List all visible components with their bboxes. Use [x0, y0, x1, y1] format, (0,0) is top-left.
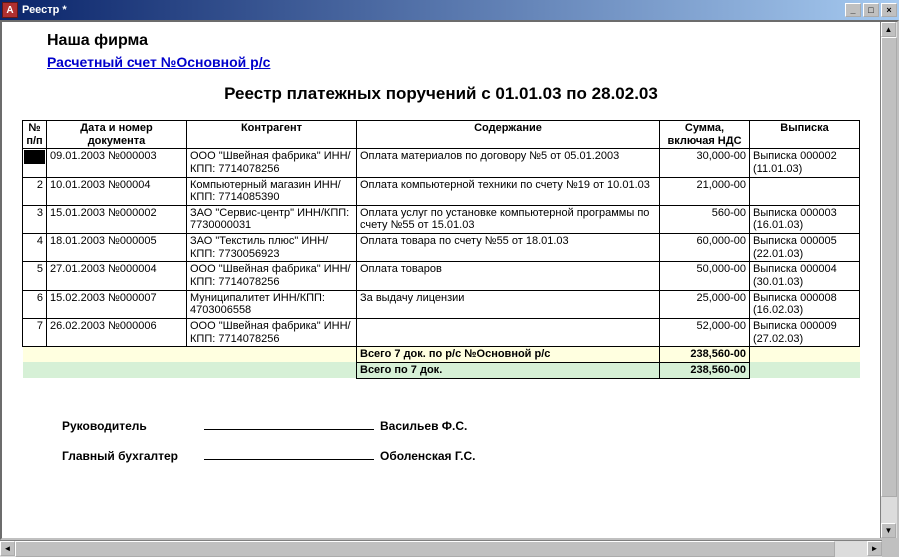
cell-sum: 21,000-00: [660, 177, 750, 205]
signature-name: Оболенская Г.С.: [380, 449, 476, 463]
table-row[interactable]: 615.02.2003 №000007Муниципалитет ИНН/КПП…: [23, 290, 860, 318]
th-num: № п/п: [23, 121, 47, 149]
table-row[interactable]: 210.01.2003 №00004Компьютерный магазин И…: [23, 177, 860, 205]
th-date: Дата и номер документа: [47, 121, 187, 149]
cell-date: 27.01.2003 №000004: [47, 262, 187, 290]
cell-sum: 50,000-00: [660, 262, 750, 290]
signature-row: Главный бухгалтер Оболенская Г.С.: [62, 449, 860, 463]
table-header-row: № п/п Дата и номер документа Контрагент …: [23, 121, 860, 149]
cell-contr: Компьютерный магазин ИНН/КПП: 7714085390: [187, 177, 357, 205]
total-sum: 238,560-00: [660, 347, 750, 363]
cell-date: 15.02.2003 №000007: [47, 290, 187, 318]
scroll-thumb-h[interactable]: [15, 541, 835, 557]
cell-num: 6: [23, 290, 47, 318]
total-row: Всего по 7 док.238,560-00: [23, 362, 860, 378]
register-table: № п/п Дата и номер документа Контрагент …: [22, 120, 860, 379]
cell-content: Оплата товара по счету №55 от 18.01.03: [357, 234, 660, 262]
scrollbar-vertical[interactable]: ▲ ▼: [880, 22, 897, 538]
signature-label: Главный бухгалтер: [62, 449, 202, 463]
total-label: Всего по 7 док.: [357, 362, 660, 378]
cell-contr: ЗАО "Сервис-центр" ИНН/КПП: 7730000031: [187, 205, 357, 233]
cell-vyp: Выписка 000004 (30.01.03): [750, 262, 860, 290]
cell-contr: ООО "Швейная фабрика" ИНН/КПП: 771407825…: [187, 262, 357, 290]
scroll-track-v[interactable]: [881, 37, 897, 523]
signatures: Руководитель Васильев Ф.С. Главный бухга…: [22, 419, 860, 463]
cell-content: За выдачу лицензии: [357, 290, 660, 318]
cell-vyp: Выписка 000005 (22.01.03): [750, 234, 860, 262]
cell-vyp: Выписка 000002 (11.01.03): [750, 149, 860, 177]
cell-num: 2: [23, 177, 47, 205]
cell-num: [23, 149, 47, 177]
table-row[interactable]: 527.01.2003 №000004ООО "Швейная фабрика"…: [23, 262, 860, 290]
signature-name: Васильев Ф.С.: [380, 419, 467, 433]
th-contr: Контрагент: [187, 121, 357, 149]
window: A Реестр * _ □ × Наша фирма Расчетный сч…: [0, 0, 899, 557]
scroll-left-button[interactable]: ◄: [0, 541, 15, 556]
cell-contr: Муниципалитет ИНН/КПП: 4703006558: [187, 290, 357, 318]
report-title: Реестр платежных поручений с 01.01.03 по…: [22, 84, 860, 104]
client-area: Наша фирма Расчетный счет №Основной р/с …: [0, 20, 899, 540]
cell-contr: ООО "Швейная фабрика" ИНН/КПП: 771407825…: [187, 318, 357, 346]
table-row[interactable]: 09.01.2003 №000003ООО "Швейная фабрика" …: [23, 149, 860, 177]
total-sum: 238,560-00: [660, 362, 750, 378]
cell-vyp: [750, 177, 860, 205]
th-vyp: Выписка: [750, 121, 860, 149]
cell-sum: 52,000-00: [660, 318, 750, 346]
cell-num: 3: [23, 205, 47, 233]
cell-vyp: Выписка 000008 (16.02.03): [750, 290, 860, 318]
cell-num: 4: [23, 234, 47, 262]
scroll-track-h[interactable]: [15, 541, 867, 557]
th-content: Содержание: [357, 121, 660, 149]
cell-num: 5: [23, 262, 47, 290]
cell-vyp: Выписка 000009 (27.02.03): [750, 318, 860, 346]
table-row[interactable]: 315.01.2003 №000002ЗАО "Сервис-центр" ИН…: [23, 205, 860, 233]
scroll-thumb-v[interactable]: [881, 37, 897, 497]
cell-content: [357, 318, 660, 346]
scrollbar-corner: [882, 540, 899, 557]
cell-content: Оплата компьютерной техники по счету №19…: [357, 177, 660, 205]
cell-date: 18.01.2003 №000005: [47, 234, 187, 262]
cell-date: 26.02.2003 №000006: [47, 318, 187, 346]
window-controls: _ □ ×: [845, 3, 897, 17]
maximize-button[interactable]: □: [863, 3, 879, 17]
cell-sum: 560-00: [660, 205, 750, 233]
cell-date: 09.01.2003 №000003: [47, 149, 187, 177]
total-row: Всего 7 док. по р/с №Основной р/с238,560…: [23, 347, 860, 363]
account-link[interactable]: Расчетный счет №Основной р/с: [47, 54, 270, 70]
th-sum: Сумма, включая НДС: [660, 121, 750, 149]
scroll-down-button[interactable]: ▼: [881, 523, 896, 538]
cell-date: 10.01.2003 №00004: [47, 177, 187, 205]
app-icon: A: [2, 2, 18, 18]
scroll-right-button[interactable]: ►: [867, 541, 882, 556]
table-row[interactable]: 418.01.2003 №000005ЗАО "Текстиль плюс" И…: [23, 234, 860, 262]
titlebar: A Реестр * _ □ ×: [0, 0, 899, 20]
cell-contr: ООО "Швейная фабрика" ИНН/КПП: 771407825…: [187, 149, 357, 177]
cell-sum: 60,000-00: [660, 234, 750, 262]
total-label: Всего 7 док. по р/с №Основной р/с: [357, 347, 660, 363]
signature-line: [204, 429, 374, 430]
cell-contr: ЗАО "Текстиль плюс" ИНН/КПП: 7730056923: [187, 234, 357, 262]
cell-sum: 30,000-00: [660, 149, 750, 177]
cell-num: 7: [23, 318, 47, 346]
scroll-up-button[interactable]: ▲: [881, 22, 896, 37]
scrollbar-horizontal[interactable]: ◄ ►: [0, 540, 882, 557]
close-button[interactable]: ×: [881, 3, 897, 17]
table-row[interactable]: 726.02.2003 №000006ООО "Швейная фабрика"…: [23, 318, 860, 346]
selection-marker: [24, 150, 45, 164]
cell-content: Оплата услуг по установке компьютерной п…: [357, 205, 660, 233]
cell-content: Оплата материалов по договору №5 от 05.0…: [357, 149, 660, 177]
signature-row: Руководитель Васильев Ф.С.: [62, 419, 860, 433]
signature-label: Руководитель: [62, 419, 202, 433]
window-title: Реестр *: [22, 4, 845, 16]
cell-date: 15.01.2003 №000002: [47, 205, 187, 233]
minimize-button[interactable]: _: [845, 3, 861, 17]
signature-line: [204, 459, 374, 460]
cell-content: Оплата товаров: [357, 262, 660, 290]
company-name: Наша фирма: [47, 32, 860, 50]
cell-vyp: Выписка 000003 (16.01.03): [750, 205, 860, 233]
document-content: Наша фирма Расчетный счет №Основной р/с …: [2, 22, 880, 538]
cell-sum: 25,000-00: [660, 290, 750, 318]
